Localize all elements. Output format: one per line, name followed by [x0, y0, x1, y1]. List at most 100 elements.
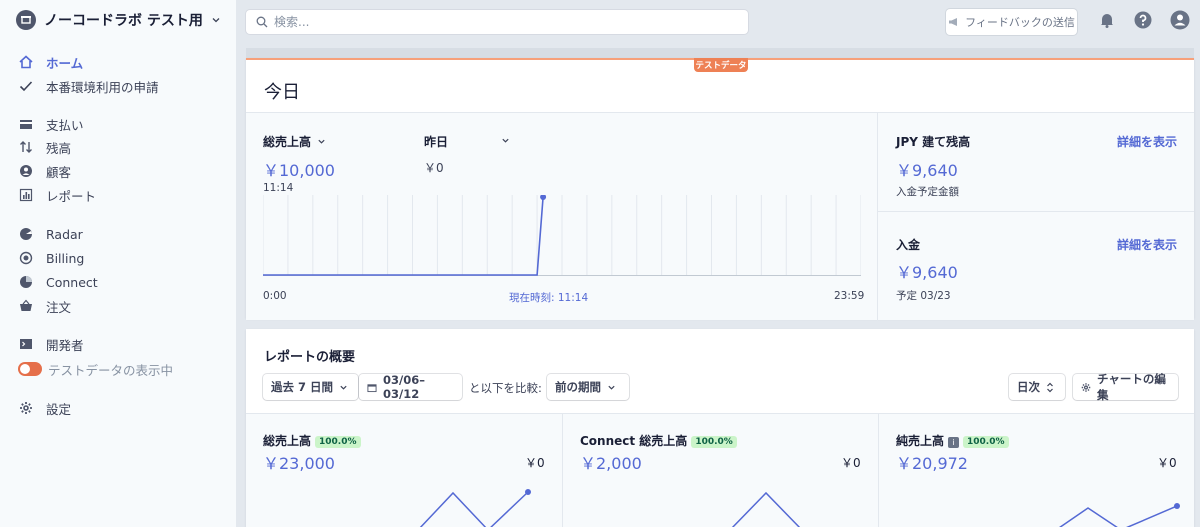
sidebar-item-orders[interactable]: 注文 — [18, 297, 71, 315]
feedback-button[interactable]: フィードバックの送信 — [946, 9, 1077, 35]
compare-text: と以下を比較: — [469, 381, 542, 395]
date-range-button[interactable]: 03/06–03/12 — [359, 373, 462, 401]
search-icon — [256, 16, 268, 28]
interval-label: 日次 — [1017, 380, 1040, 394]
metric-connect-gross-volume[interactable]: Connect 総売上高 100.0% — [580, 430, 737, 449]
sidebar-item-label: Billing — [46, 250, 85, 266]
sidebar-item-label: 支払い — [46, 117, 84, 133]
toggle-switch[interactable] — [18, 362, 42, 376]
account-name: ノーコードラボ テスト用 — [44, 13, 203, 29]
metric-sparkline — [419, 489, 531, 527]
metric-prev-value: ￥0 — [525, 456, 545, 470]
sidebar-item-label: レポート — [46, 188, 97, 204]
data-point — [540, 195, 547, 200]
date-range-label: 03/06–03/12 — [382, 373, 425, 401]
metric-sparkline — [1059, 503, 1180, 527]
metric-prev-value: ￥0 — [841, 456, 861, 470]
sidebar-item-billing[interactable]: Billing — [18, 249, 84, 267]
bell-icon[interactable] — [1097, 10, 1117, 30]
metric-value: ￥23,000 — [263, 454, 335, 473]
test-data-toggle[interactable]: テストデータの表示中 — [18, 360, 173, 378]
sidebar-item-connect[interactable]: Connect — [18, 273, 98, 291]
current-time: 11:14 — [263, 182, 294, 194]
help-icon[interactable] — [1133, 10, 1153, 30]
metric-prev-value: ￥0 — [1157, 456, 1177, 470]
gross-volume-label: 総売上高 — [263, 135, 312, 149]
header-shadow-bar — [246, 48, 1194, 58]
feedback-label: フィードバックの送信 — [965, 16, 1075, 29]
metric-gross-volume[interactable]: 総売上高 100.0% — [263, 430, 361, 449]
divider — [878, 211, 1194, 212]
metric-value: ￥20,972 — [896, 454, 968, 473]
sidebar-item-label: 残高 — [46, 140, 72, 156]
range-label: 過去 7 日間 — [271, 380, 334, 394]
arrows-icon — [18, 139, 34, 155]
sidebar-item-label: Radar — [46, 226, 83, 242]
test-data-badge: テストデータ — [694, 58, 748, 72]
sidebar-item-reports[interactable]: レポート — [18, 186, 96, 204]
today-title: 今日 — [264, 82, 300, 103]
info-icon[interactable]: i — [948, 437, 960, 448]
gross-volume-selector[interactable]: 総売上高 — [263, 133, 326, 150]
megaphone-icon — [949, 18, 958, 26]
metric-net-volume[interactable]: 純売上高 i 100.0% — [896, 430, 1009, 449]
sidebar-item-payments[interactable]: 支払い — [18, 115, 84, 133]
sidebar-item-label: ホーム — [46, 55, 84, 71]
jpy-balance-label: JPY 建て残高 — [896, 135, 971, 149]
terminal-icon — [18, 336, 34, 352]
jpy-balance-value: ￥9,640 — [896, 161, 958, 180]
chevron-down-icon — [608, 385, 615, 390]
sidebar-item-label: 顧客 — [46, 164, 72, 180]
chevron-down-icon[interactable] — [501, 136, 510, 145]
sidebar-item-customers[interactable]: 顧客 — [18, 162, 71, 180]
range-select[interactable]: 過去 7 日間 — [263, 374, 358, 400]
user-circle-icon — [18, 163, 34, 179]
billing-icon — [18, 250, 34, 266]
metric-sparkline — [731, 491, 801, 527]
today-card: テストデータ 今日 総売上高 ￥10,000 11:14 昨日 ￥0 0:00 … — [246, 58, 1194, 321]
edit-chart-button[interactable]: チャートの編集 — [1073, 372, 1178, 402]
axis-start: 0:00 — [263, 290, 287, 302]
sidebar-item-developers[interactable]: 開発者 — [18, 335, 84, 353]
axis-now: 現在時刻: 11:14 — [509, 292, 589, 304]
sidebar-item-label: Connect — [46, 274, 98, 290]
metric-label: 総売上高 — [263, 434, 312, 448]
chevron-down-icon — [212, 18, 220, 23]
metric-percent-badge: 100.0% — [691, 436, 737, 448]
sidebar-item-label: 本番環境利用の申請 — [46, 79, 159, 95]
report-title: レポートの概要 — [264, 350, 356, 365]
compare-label: 前の期間 — [555, 380, 601, 394]
payout-detail-link[interactable]: 詳細を表示 — [1117, 236, 1177, 253]
sidebar-item-radar[interactable]: Radar — [18, 225, 83, 243]
divider — [878, 414, 879, 527]
jpy-balance-detail-link[interactable]: 詳細を表示 — [1117, 133, 1177, 150]
sidebar-item-home[interactable]: ホーム — [18, 53, 83, 71]
yesterday-value: ￥0 — [424, 161, 444, 175]
basket-icon — [18, 298, 34, 314]
home-icon — [18, 54, 34, 70]
search-bar[interactable] — [246, 10, 748, 34]
sidebar-item-settings[interactable]: 設定 — [18, 399, 71, 417]
radar-icon — [18, 226, 34, 242]
search-input[interactable] — [274, 15, 734, 29]
connect-icon — [18, 274, 34, 290]
account-avatar-icon[interactable] — [1170, 10, 1190, 30]
payout-label: 入金 — [896, 238, 921, 252]
check-icon — [18, 78, 34, 94]
sidebar-item-balance[interactable]: 残高 — [18, 138, 71, 156]
metric-label: Connect 総売上高 — [580, 434, 688, 448]
calendar-icon — [367, 383, 377, 392]
divider — [877, 113, 878, 321]
interval-select[interactable]: 日次 — [1009, 374, 1065, 400]
chevron-down-icon — [340, 385, 347, 390]
divider — [562, 414, 563, 527]
sidebar-item-activate[interactable]: 本番環境利用の申請 — [18, 77, 159, 95]
report-overview-card: レポートの概要 過去 7 日間 03/06–03/12 と以下を比較: 前の期間… — [246, 329, 1194, 527]
wallet-icon — [18, 116, 34, 132]
metric-value: ￥2,000 — [580, 454, 642, 473]
compare-select[interactable]: 前の期間 — [547, 374, 629, 400]
payout-sub: 予定 03/23 — [896, 290, 951, 302]
account-switcher[interactable]: ノーコードラボ テスト用 — [16, 10, 221, 30]
store-icon — [16, 10, 36, 30]
metric-percent-badge: 100.0% — [315, 436, 361, 448]
